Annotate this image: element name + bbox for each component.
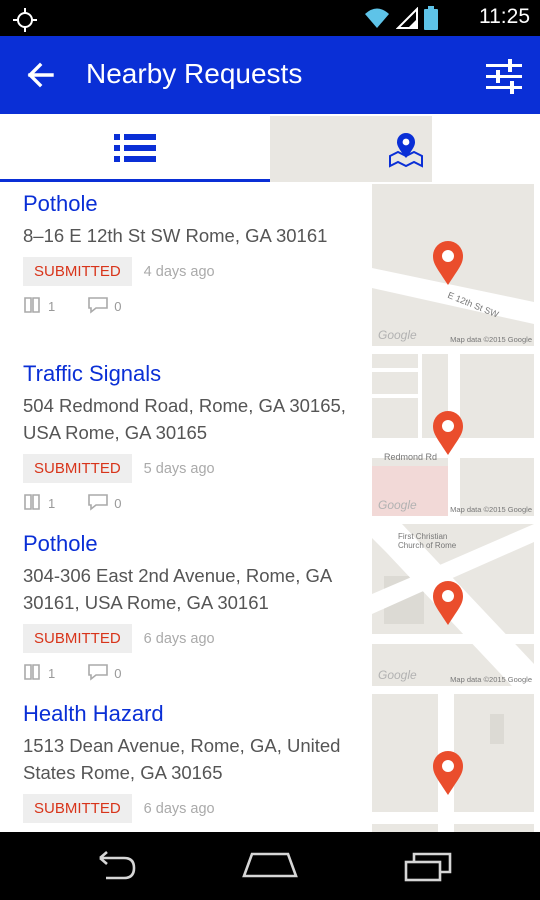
clock: 11:25 [479,5,530,28]
vote-count: 1 [48,666,56,681]
page-title: Nearby Requests [86,58,303,89]
recents-nav-icon[interactable] [402,850,454,887]
vote-icon [23,493,43,514]
google-logo: Google [378,668,417,682]
request-category: Pothole [23,531,98,556]
place-label: First Christian Church of Rome [398,532,457,550]
back-arrow-icon[interactable] [24,60,58,90]
location-pin-icon [431,410,465,461]
status-badge: SUBMITTED [23,454,132,483]
vote-icon [23,296,43,317]
location-pin-icon [431,240,465,291]
signal-icon [395,6,418,34]
request-age: 6 days ago [143,800,215,817]
system-nav-bar [0,832,540,900]
request-address: 304-306 East 2nd Avenue, Rome, GA 30161,… [23,565,332,613]
list-item[interactable]: Pothole 304-306 East 2nd Avenue, Rome, G… [0,522,540,692]
street-label: Redmond Rd [384,452,438,462]
wifi-icon [364,7,390,34]
status-badge: SUBMITTED [23,257,132,286]
map-thumbnail[interactable]: Redmond Rd Google Map data ©2015 Google [372,354,534,516]
list-icon [114,132,156,169]
request-age: 6 days ago [143,630,215,647]
list-item[interactable]: Health Hazard 1513 Dean Avenue, Rome, GA… [0,692,540,832]
vote-icon [23,663,43,684]
comment-count: 0 [114,496,122,511]
vote-count: 1 [48,496,56,511]
map-data-credit: Map data ©2015 Google [450,335,532,344]
request-age: 5 days ago [143,460,215,477]
comment-count: 0 [114,299,122,314]
google-logo: Google [378,498,417,512]
comment-icon [87,663,109,684]
list-item[interactable]: Traffic Signals 504 Redmond Road, Rome, … [0,352,540,522]
map-data-credit: Map data ©2015 Google [450,675,532,684]
battery-icon [424,6,438,35]
home-nav-icon[interactable] [240,850,300,885]
request-address: 1513 Dean Avenue, Rome, GA, United State… [23,735,341,783]
status-badge: SUBMITTED [23,624,132,653]
map-pin-icon [387,132,425,173]
request-address: 8–16 E 12th St SW Rome, GA 30161 [23,225,328,246]
status-badge: SUBMITTED [23,794,132,823]
status-bar: 11:25 [0,0,540,36]
map-thumbnail[interactable] [372,694,534,832]
request-category: Traffic Signals [23,361,162,386]
vote-count: 1 [48,299,56,314]
location-pin-icon [431,580,465,631]
view-tabs [0,114,540,278]
request-category: Pothole [23,191,98,216]
location-pin-icon [431,750,465,801]
comment-icon [87,296,109,317]
request-category: Health Hazard [23,701,164,726]
filter-sliders-icon[interactable] [484,56,524,96]
comment-count: 0 [114,666,122,681]
map-thumbnail[interactable]: E 12th St SW Google Map data ©2015 Googl… [372,184,534,346]
map-data-credit: Map data ©2015 Google [450,505,532,514]
comment-icon [87,493,109,514]
map-thumbnail[interactable]: First Christian Church of Rome Google Ma… [372,524,534,686]
app-bar: Nearby Requests [0,36,540,114]
tab-list[interactable] [0,114,270,182]
request-address: 504 Redmond Road, Rome, GA 30165, USA Ro… [23,395,346,443]
back-nav-icon[interactable] [86,850,138,887]
list-item[interactable]: Pothole 8–16 E 12th St SW Rome, GA 30161… [0,182,540,352]
google-logo: Google [378,328,417,342]
request-age: 4 days ago [143,263,215,280]
gps-icon [12,7,38,38]
request-list: Pothole 8–16 E 12th St SW Rome, GA 30161… [0,182,540,832]
